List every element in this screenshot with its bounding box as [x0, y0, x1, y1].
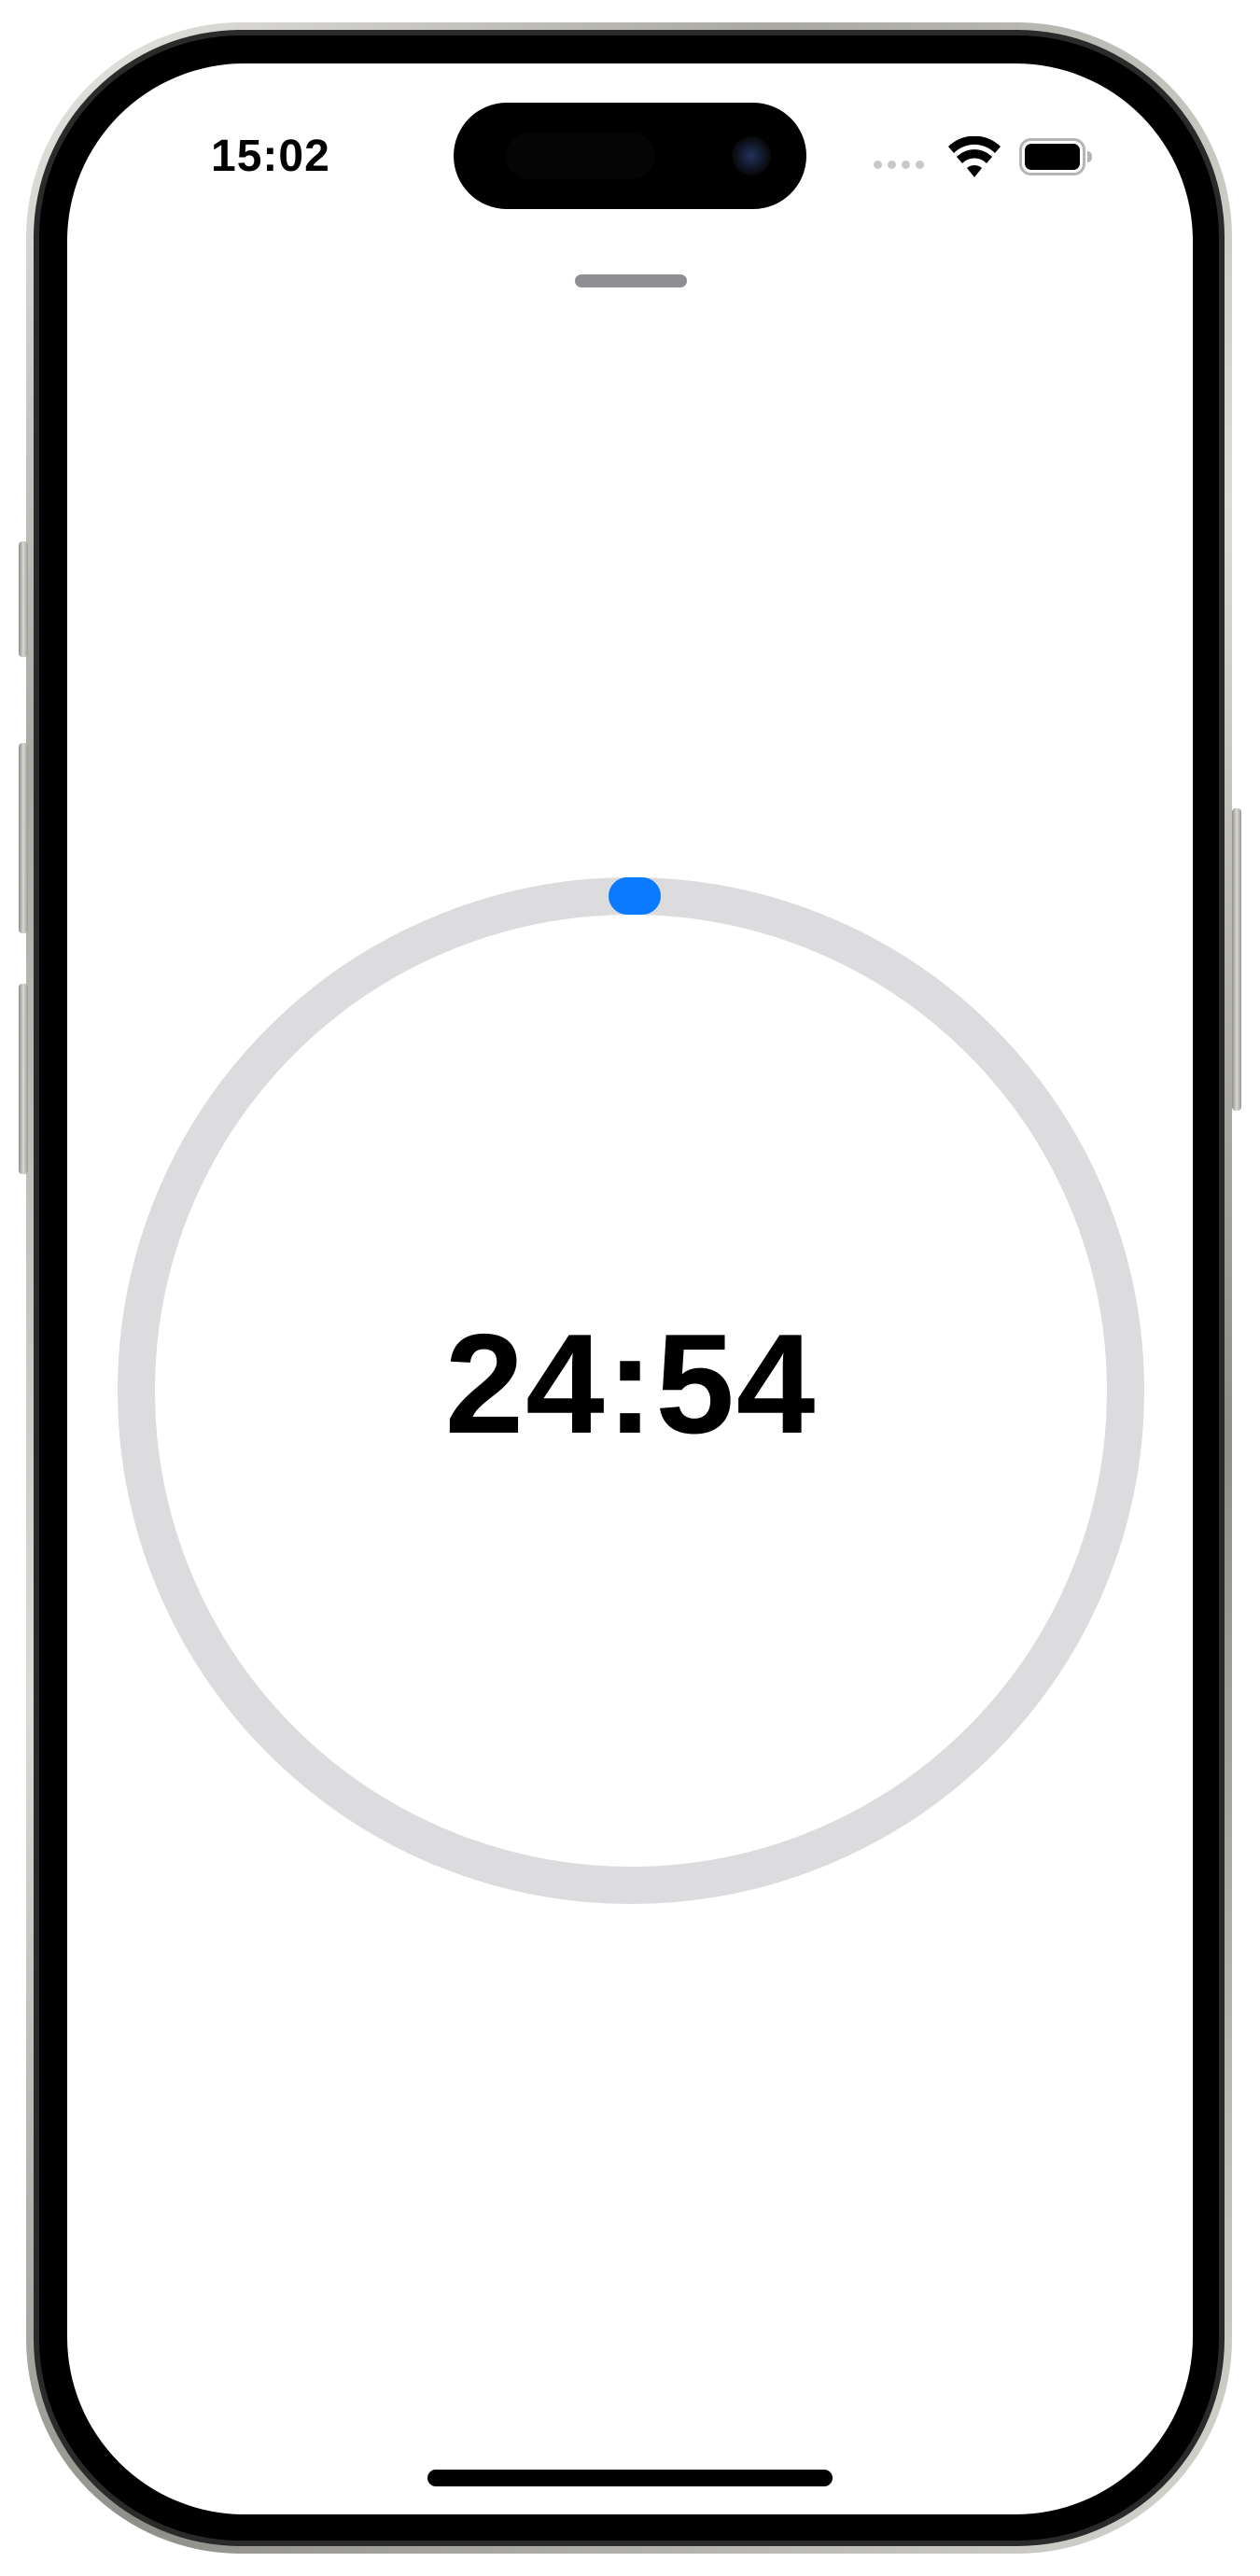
- face-id-sensor: [506, 133, 655, 179]
- wifi-icon: [948, 136, 1001, 177]
- power-button: [1232, 808, 1241, 1111]
- action-button: [19, 541, 28, 657]
- front-camera-icon: [732, 136, 771, 175]
- status-time: 15:02: [211, 132, 330, 181]
- volume-up-button: [19, 743, 28, 933]
- timer-remaining-time: 24:54: [444, 1305, 818, 1463]
- dynamic-island: [454, 103, 806, 209]
- sheet-grabber[interactable]: [575, 274, 687, 287]
- battery-icon: [1019, 138, 1092, 175]
- timer-progress-thumb: [609, 877, 661, 915]
- screen: 15:02 24:54: [67, 63, 1193, 2514]
- home-indicator[interactable]: [427, 2470, 833, 2486]
- volume-down-button: [19, 984, 28, 1174]
- signal-icon: [874, 161, 924, 169]
